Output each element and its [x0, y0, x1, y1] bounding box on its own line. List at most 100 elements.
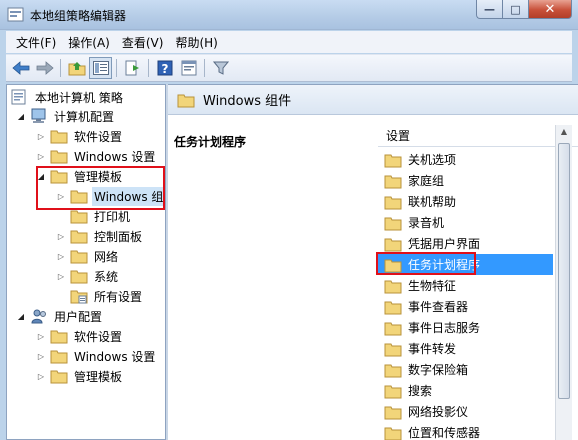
menu-help[interactable]: 帮助(H) [169, 34, 223, 51]
scroll-up-icon[interactable]: ▲ [558, 127, 570, 141]
list-item[interactable]: 联机帮助 [378, 191, 553, 212]
tree-node-admin-templates[interactable]: ◢ 管理模板 [35, 166, 124, 186]
list-item-label: 事件查看器 [408, 300, 469, 314]
tree-pane: 本地计算机 策略 ◢ 计算机配置 ▷ 软件设置 ▷ Windows 设置 ◢ 管… [6, 84, 166, 440]
toolbar-separator [204, 59, 205, 77]
folder-icon [384, 259, 402, 272]
list-item[interactable]: 数字保险箱 [378, 359, 553, 380]
svg-text:?: ? [161, 62, 168, 76]
folder-icon [384, 322, 402, 335]
list-item[interactable]: 任务计划程序 [378, 254, 553, 275]
tree-node-user-config[interactable]: ◢ 用户配置 [15, 306, 104, 326]
list-item[interactable]: 凭据用户界面 [378, 233, 553, 254]
tree-label: Windows 设置 [74, 349, 156, 364]
description-title: 任务计划程序 [174, 135, 247, 149]
folder-icon [384, 364, 402, 377]
tree-label: 控制面板 [94, 229, 143, 244]
tree-node-network[interactable]: ▷ 网络 [55, 246, 120, 266]
settings-folder-icon [70, 290, 88, 304]
collapsed-arrow-icon[interactable]: ▷ [35, 150, 47, 162]
list-item-label: 家庭组 [408, 174, 445, 188]
list-item[interactable]: 关机选项 [378, 149, 553, 170]
list-item[interactable]: 生物特征 [378, 275, 553, 296]
folder-icon [70, 270, 88, 284]
users-icon [31, 309, 46, 324]
close-button[interactable]: ✕ [528, 0, 572, 19]
tree-node-windows-components[interactable]: ▷ Windows 组件 [55, 186, 165, 206]
tree-label: 网络 [94, 249, 119, 264]
tree-node-all-settings[interactable]: 所有设置 [70, 286, 144, 306]
collapsed-arrow-icon[interactable]: ▷ [35, 370, 47, 382]
tree-node-control-panel[interactable]: ▷ 控制面板 [55, 226, 144, 246]
list-item-label: 录音机 [408, 216, 445, 230]
properties-icon[interactable] [177, 57, 200, 79]
tree-label: 所有设置 [94, 289, 143, 304]
tree-node-windows-settings[interactable]: ▷ Windows 设置 [35, 146, 157, 166]
tree-node-printers[interactable]: 打印机 [70, 206, 132, 226]
back-icon[interactable] [9, 57, 32, 79]
window-title: 本地组策略编辑器 [30, 9, 127, 23]
tree-label: 管理模板 [74, 169, 123, 184]
export-icon[interactable] [121, 57, 144, 79]
list-item-label: 位置和传感器 [408, 426, 481, 440]
folder-icon [384, 196, 402, 209]
vertical-scrollbar[interactable]: ▲ [555, 125, 572, 440]
folder-icon [177, 94, 195, 107]
folder-icon [384, 406, 402, 419]
list-item[interactable]: 事件转发 [378, 338, 553, 359]
tree-label: 计算机配置 [54, 109, 115, 124]
tree-node-software-settings[interactable]: ▷ 软件设置 [35, 126, 124, 146]
list-item[interactable]: 家庭组 [378, 170, 553, 191]
collapsed-arrow-icon[interactable]: ▷ [35, 330, 47, 342]
toolbar-separator [148, 59, 149, 77]
toolbar-separator [116, 59, 117, 77]
group-policy-app-icon [7, 7, 24, 22]
tree-node-user-software-settings[interactable]: ▷ 软件设置 [35, 326, 124, 346]
tree-node-user-windows-settings[interactable]: ▷ Windows 设置 [35, 346, 157, 366]
maximize-button[interactable]: □ [502, 0, 528, 19]
collapsed-arrow-icon[interactable]: ▷ [55, 190, 67, 202]
collapsed-arrow-icon[interactable]: ▷ [55, 270, 67, 282]
folder-icon [384, 427, 402, 440]
help-icon[interactable]: ? [153, 57, 176, 79]
computer-icon [31, 108, 46, 123]
collapsed-arrow-icon[interactable]: ▷ [35, 350, 47, 362]
collapsed-arrow-icon[interactable]: ▷ [55, 250, 67, 262]
tree-label: 管理模板 [74, 369, 123, 384]
scrollbar-thumb[interactable] [558, 143, 570, 399]
collapsed-arrow-icon[interactable]: ▷ [55, 230, 67, 242]
menu-action[interactable]: 操作(A) [62, 34, 116, 51]
expand-arrow-icon[interactable]: ◢ [15, 110, 27, 122]
list-item-label: 网络投影仪 [408, 405, 469, 419]
list-item[interactable]: 录音机 [378, 212, 553, 233]
column-header-settings[interactable]: 设置 [378, 125, 578, 147]
collapsed-arrow-icon[interactable]: ▷ [35, 130, 47, 142]
filter-icon[interactable] [209, 57, 232, 79]
tree-node-computer-config[interactable]: ◢ 计算机配置 [15, 106, 116, 126]
details-header: Windows 组件 [168, 85, 578, 115]
expand-arrow-icon[interactable]: ◢ [35, 170, 47, 182]
minimize-button[interactable]: — [476, 0, 502, 19]
list-item[interactable]: 事件查看器 [378, 296, 553, 317]
folder-icon [50, 150, 68, 164]
tree-node-root[interactable]: 本地计算机 策略 [11, 87, 125, 107]
list-item[interactable]: 搜索 [378, 380, 553, 401]
tree-node-user-admin-templates[interactable]: ▷ 管理模板 [35, 366, 124, 386]
list-item-label: 搜索 [408, 384, 433, 398]
list-item[interactable]: 网络投影仪 [378, 401, 553, 422]
list-item[interactable]: 事件日志服务 [378, 317, 553, 338]
menu-file[interactable]: 文件(F) [10, 34, 62, 51]
forward-icon[interactable] [33, 57, 56, 79]
up-folder-icon[interactable] [65, 57, 88, 79]
folder-icon [384, 238, 402, 251]
tree-node-system[interactable]: ▷ 系统 [55, 266, 120, 286]
list-item[interactable]: 位置和传感器 [378, 422, 553, 440]
tree-label: Windows 设置 [74, 149, 156, 164]
expand-arrow-icon[interactable]: ◢ [15, 310, 27, 322]
folder-icon [384, 385, 402, 398]
list-item-label: 事件日志服务 [408, 321, 481, 335]
folder-icon [50, 330, 68, 344]
policy-icon [11, 89, 26, 105]
show-tree-icon[interactable] [89, 57, 112, 79]
menu-view[interactable]: 查看(V) [116, 34, 170, 51]
